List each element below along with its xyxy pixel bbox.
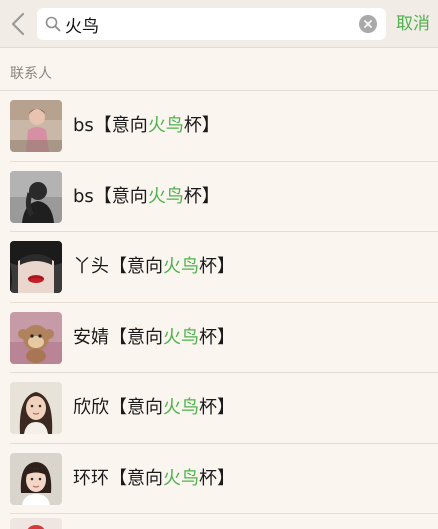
search-screen: 取消 联系人 bs【意向火鸟杯】	[0, 0, 438, 529]
contact-name-highlight: 火鸟	[163, 467, 199, 489]
contact-name: bs【意向火鸟杯】	[73, 184, 220, 210]
section-title: 联系人	[10, 66, 52, 82]
contact-name-suffix: 杯】	[183, 115, 220, 136]
contact-name-highlight: 火鸟	[147, 115, 184, 136]
contact-name-highlight: 火鸟	[163, 326, 199, 348]
contact-name-prefix: 环环【意向	[73, 467, 163, 489]
contact-name-suffix: 杯】	[199, 397, 235, 418]
contact-name: 欣欣【意向火鸟杯】	[73, 395, 235, 421]
contact-name-suffix: 杯】	[199, 467, 235, 489]
avatar-image	[10, 170, 62, 223]
contact-list: bs【意向火鸟杯】 bs【意向火鸟杯】 丫头【意向火鸟杯】 安婧【意向火鸟杯】 …	[0, 91, 438, 514]
search-icon	[45, 16, 61, 32]
close-icon	[364, 20, 372, 28]
contact-name-highlight: 火鸟	[147, 185, 184, 207]
contact-name: 环环【意向火鸟杯】	[73, 466, 235, 492]
contact-name-suffix: 杯】	[199, 256, 235, 277]
search-field[interactable]	[37, 8, 386, 40]
contact-row[interactable]: 安婧【意向火鸟杯】	[0, 303, 438, 373]
contact-name-suffix: 杯】	[199, 326, 235, 348]
contact-row[interactable]: 欣欣【意向火鸟杯】	[0, 373, 438, 444]
contact-name-prefix: bs【意向	[73, 115, 148, 136]
avatar-image	[10, 452, 62, 505]
contact-name-suffix: 杯】	[183, 185, 220, 207]
clear-button[interactable]	[359, 15, 377, 33]
search-input[interactable]	[65, 8, 355, 40]
contact-row[interactable]: 环环【意向火鸟杯】	[0, 444, 438, 514]
contact-name: bs【意向火鸟杯】	[73, 113, 220, 139]
avatar-image	[10, 100, 62, 152]
avatar-image	[10, 518, 62, 529]
contact-name: 安婧【意向火鸟杯】	[73, 325, 235, 351]
cancel-button[interactable]: 取消	[396, 10, 430, 38]
contact-name: 丫头【意向火鸟杯】	[73, 254, 235, 280]
contact-name-prefix: 欣欣【意向	[73, 397, 163, 418]
contact-name-prefix: 安婧【意向	[73, 326, 163, 348]
back-button[interactable]	[4, 6, 32, 42]
contact-name-prefix: 丫头【意向	[73, 256, 163, 277]
divider	[10, 513, 438, 514]
avatar-image	[10, 382, 62, 434]
search-bar: 取消	[0, 0, 438, 48]
avatar-image	[10, 311, 62, 364]
chevron-left-icon	[11, 12, 25, 36]
contact-name-highlight: 火鸟	[163, 256, 199, 277]
avatar-image	[10, 241, 62, 293]
contact-name-prefix: bs【意向	[73, 185, 148, 207]
contact-name-highlight: 火鸟	[163, 397, 199, 418]
contact-row[interactable]: bs【意向火鸟杯】	[0, 91, 438, 162]
contact-row[interactable]: bs【意向火鸟杯】	[0, 162, 438, 232]
contact-row[interactable]: 丫头【意向火鸟杯】	[0, 232, 438, 303]
